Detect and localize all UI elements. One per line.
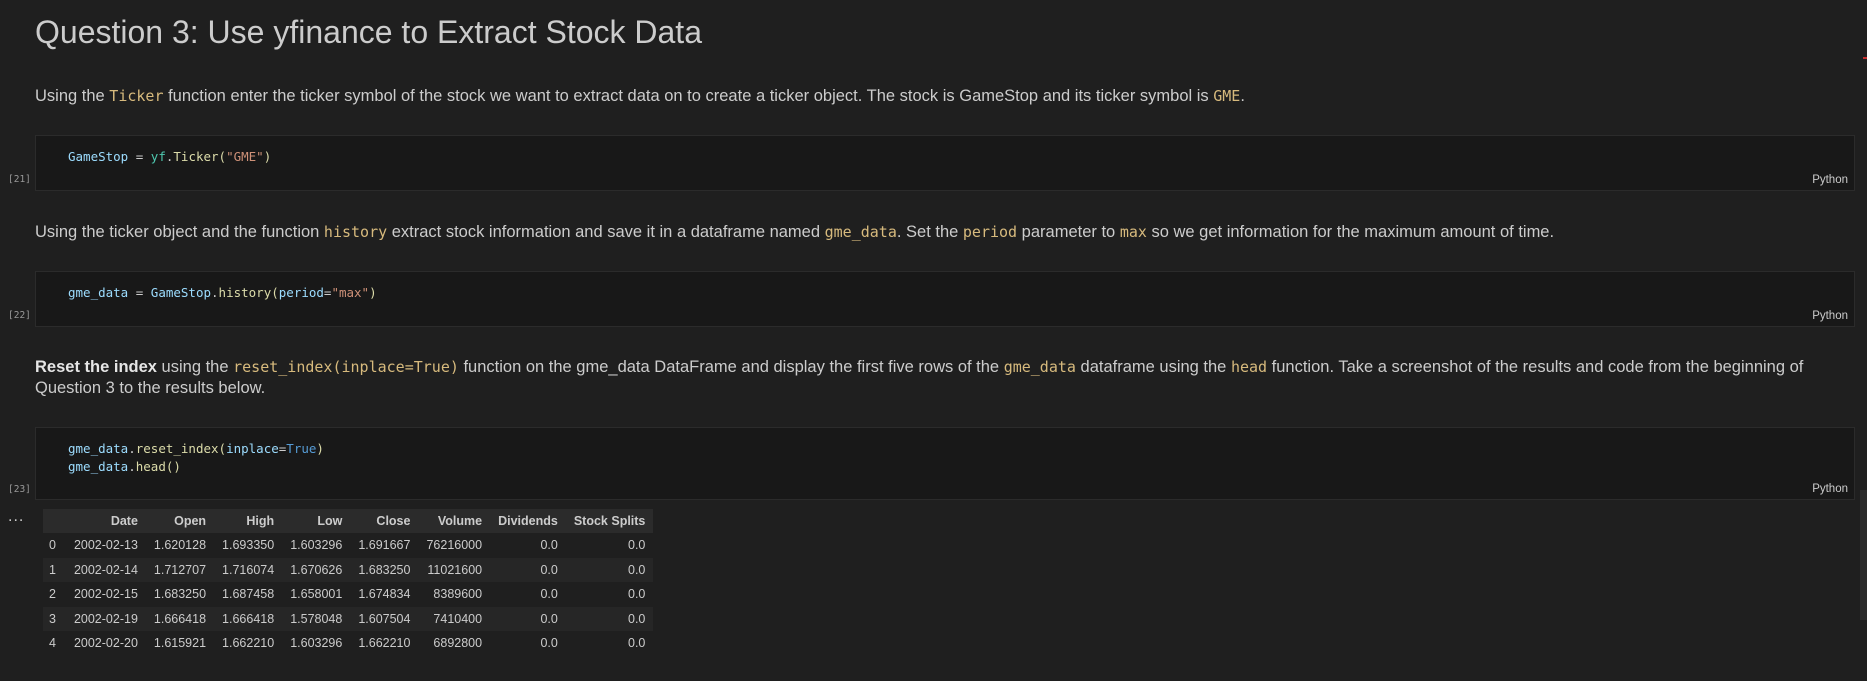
markdown-cell-ticker[interactable]: Using the Ticker function enter the tick… <box>35 86 1847 107</box>
md-text: . <box>1240 87 1245 105</box>
column-header: Close <box>350 509 419 533</box>
markdown-cell-history[interactable]: Using the ticker object and the function… <box>35 222 1847 243</box>
table-header-row: Date Open High Low Close Volume Dividend… <box>43 509 654 533</box>
inline-code-ticker: Ticker <box>109 87 164 105</box>
table-row: 0 2002-02-13 1.620128 1.693350 1.603296 … <box>43 533 654 558</box>
notebook-page: Question 3: Use yfinance to Extract Stoc… <box>0 0 1867 681</box>
inline-code-gme: GME <box>1213 87 1241 105</box>
inline-code-max: max <box>1119 223 1147 241</box>
language-indicator[interactable]: Python <box>1812 483 1848 495</box>
md-text: function enter the ticker symbol of the … <box>163 87 1214 105</box>
question-heading: Question 3: Use yfinance to Extract Stoc… <box>35 14 702 50</box>
inline-code-period: period <box>962 223 1018 241</box>
column-header: High <box>214 509 283 533</box>
output-actions-icon[interactable]: ... <box>8 508 24 526</box>
inline-code-head: head <box>1230 358 1268 376</box>
column-header: Dividends <box>490 509 566 533</box>
execution-count-21: [21] <box>8 174 31 185</box>
column-header: Low <box>282 509 351 533</box>
code-editor[interactable]: gme_data.reset_index(inplace=True) gme_d… <box>68 440 324 476</box>
code-cell-23[interactable]: gme_data.reset_index(inplace=True) gme_d… <box>35 427 1855 500</box>
column-header: Stock Splits <box>565 509 654 533</box>
column-header: Date <box>65 509 146 533</box>
scrollbar-marker <box>1863 57 1867 59</box>
bold-text: Reset the index <box>35 358 157 376</box>
table-row: 3 2002-02-19 1.666418 1.666418 1.578048 … <box>43 606 654 631</box>
code-editor[interactable]: GameStop = yf.Ticker("GME") <box>68 148 271 166</box>
md-text: Using the <box>35 87 110 105</box>
language-indicator[interactable]: Python <box>1812 174 1848 186</box>
column-header: Volume <box>418 509 491 533</box>
language-indicator[interactable]: Python <box>1812 310 1848 322</box>
column-header <box>43 509 66 533</box>
inline-code-reset-index: reset_index(inplace=True) <box>233 358 459 376</box>
table-row: 4 2002-02-20 1.615921 1.662210 1.603296 … <box>43 631 654 656</box>
code-cell-22[interactable]: gme_data = GameStop.history(period="max"… <box>35 271 1855 327</box>
table-row: 2 2002-02-15 1.683250 1.687458 1.658001 … <box>43 582 654 607</box>
execution-count-23: [23] <box>8 484 31 495</box>
table-row: 1 2002-02-14 1.712707 1.716074 1.670626 … <box>43 557 654 582</box>
column-header: Open <box>145 509 215 533</box>
dataframe-output: Date Open High Low Close Volume Dividend… <box>43 509 654 656</box>
scrollbar-thumb[interactable] <box>1860 490 1867 620</box>
inline-code-history: history <box>323 223 388 241</box>
code-editor[interactable]: gme_data = GameStop.history(period="max"… <box>68 284 377 302</box>
markdown-cell-reset-index[interactable]: Reset the index using the reset_index(in… <box>35 357 1847 399</box>
inline-code-gme-data: gme_data <box>1003 358 1076 376</box>
code-cell-21[interactable]: GameStop = yf.Ticker("GME") Python <box>35 135 1855 191</box>
execution-count-22: [22] <box>8 310 31 321</box>
inline-code-gme-data: gme_data <box>824 223 897 241</box>
